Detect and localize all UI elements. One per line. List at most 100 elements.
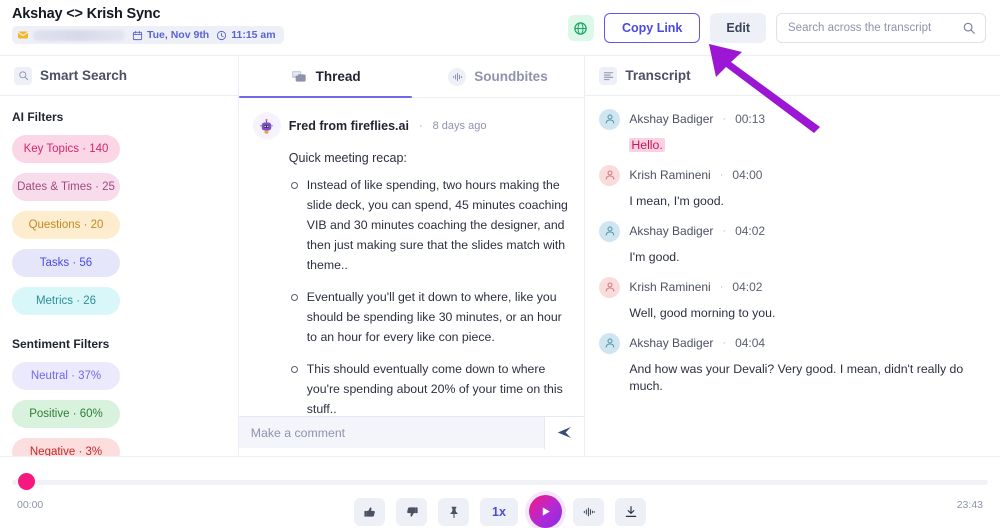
transcript-entry[interactable]: Krish Ramineni·04:02 Well, good morning t… [599,274,984,322]
pin-icon [447,505,461,519]
transcript-entry-header: Krish Ramineni·04:02 [599,274,984,300]
transcript-timestamp[interactable]: 04:02 [735,224,765,238]
speaker-avatar-icon [599,109,620,130]
download-button[interactable] [615,498,646,526]
highlighted-text: Hello. [629,138,664,152]
transcript-entry[interactable]: Akshay Badiger·04:02 I'm good. [599,218,984,266]
tab-thread[interactable]: Thread [239,56,412,97]
transcript-title: Transcript [625,68,690,83]
meeting-meta-row: Tue, Nov 9th 11:15 am [12,26,284,44]
filter-chip[interactable]: Negative · 3% [12,438,120,456]
player-controls: 1x [0,495,1000,528]
filter-chip[interactable]: Tasks · 56 [12,249,120,277]
filter-chip[interactable]: Neutral · 37% [12,362,120,390]
post-timestamp: 8 days ago [433,120,487,132]
globe-button[interactable] [568,15,594,41]
comment-bar[interactable] [239,416,585,448]
transcript-separator: · [722,113,726,125]
waveform-icon [448,68,466,86]
transcript-icon [599,67,617,85]
thread-panel: Thread Soundbites [239,56,586,456]
ai-filters-title: AI Filters [12,110,226,124]
speaker-name: Akshay Badiger [629,224,713,238]
thumbs-up-button[interactable] [354,498,385,526]
meeting-date-text: Tue, Nov 9th [147,29,209,41]
post-author: Fred from fireflies.ai [289,119,409,133]
transcript-entry[interactable]: Krish Ramineni · 04:00 I mean, I'm good. [599,162,984,210]
search-icon[interactable] [962,21,976,35]
pin-button[interactable] [438,498,469,526]
transcript-separator: · [722,337,726,349]
calendar-icon [132,30,143,41]
sentiment-filters-title: Sentiment Filters [12,337,226,351]
progress-track-wrap[interactable] [12,479,988,485]
page-title: Akshay <> Krish Sync [12,6,284,22]
smart-search-icon [14,67,32,85]
recap-bullet-list: Instead of like spending, two hours maki… [289,175,571,416]
transcript-text: I mean, I'm good. [629,193,984,210]
download-icon [624,505,638,519]
transcript-text: Hello. [629,137,984,154]
filters-container: AI Filters Key Topics · 140 Dates & Times… [0,96,238,456]
filter-chip[interactable]: Questions · 20 [12,211,120,239]
filter-chip[interactable]: Dates & Times · 25 [12,173,120,201]
media-player: 00:00 23:43 1x [0,456,1000,528]
transcript-timestamp[interactable]: 04:02 [732,280,762,294]
transcript-panel: Transcript Akshay Badiger · 00:13 Hello. Kri… [585,56,1000,456]
progress-knob[interactable] [18,473,35,490]
speaker-avatar-icon [599,221,620,242]
meeting-owner-email [17,29,125,41]
smart-search-panel: Smart Search AI Filters Key Topics · 140… [0,56,239,456]
speaker-name: Krish Ramineni [629,280,710,294]
robot-avatar-icon [253,112,281,140]
meeting-date: Tue, Nov 9th [132,29,209,41]
transcript-entry-header: Akshay Badiger · 04:04 [599,330,984,356]
transcript-separator: · [720,169,724,181]
thread-content: Fred from fireflies.ai · 8 days ago Quic… [239,98,585,416]
thumbs-down-button[interactable] [396,498,427,526]
transcript-list: Akshay Badiger · 00:13 Hello. Krish Ramineni… [585,96,1000,456]
copy-link-button[interactable]: Copy Link [604,13,700,43]
transcript-entry[interactable]: Akshay Badiger · 00:13 Hello. [599,106,984,154]
transcript-entry[interactable]: Akshay Badiger·04:04And how was your Dev… [599,330,984,395]
redacted-email [33,30,125,41]
play-button[interactable] [529,495,562,528]
filter-chip[interactable]: Metrics · 26 [12,287,120,315]
transcript-timestamp[interactable]: 00:13 [735,112,765,126]
recap-bullet: Instead of like spending, two hours maki… [289,175,571,275]
thread-tabs: Thread Soundbites [239,56,585,98]
transcript-text: Well, good morning to you. [629,305,984,322]
sentiment-filter-chips: Neutral · 37% Positive · 60% Negative · 3% [12,362,226,456]
ai-filter-chips: Key Topics · 140 Dates & Times · 25 Questi… [12,135,226,315]
comment-input[interactable] [239,426,545,440]
transcript-entry-header: Akshay Badiger·04:02 [599,218,984,244]
header-left: Akshay <> Krish Sync Tue, Nov 9th [12,6,284,44]
speaker-name: Akshay Badiger [629,112,713,126]
speaker-name: Akshay Badiger [629,336,713,350]
thread-post-header: Fred from fireflies.ai · 8 days ago [253,112,571,140]
recap-bullet: Eventually you'll get it down to where, … [289,287,571,347]
clock-icon [216,30,227,41]
tab-label: Thread [316,69,361,84]
main-body: Smart Search AI Filters Key Topics · 140… [0,55,1000,456]
recap-intro: Quick meeting recap: [289,151,571,165]
search-input[interactable] [788,22,956,34]
filter-chip[interactable]: Key Topics · 140 [12,135,120,163]
playback-speed-button[interactable]: 1x [480,498,518,526]
transcript-timestamp[interactable]: 04:00 [732,168,762,182]
transcript-timestamp[interactable]: 04:04 [735,336,765,350]
transcript-entry-header: Krish Ramineni · 04:00 [599,162,984,188]
edit-button[interactable]: Edit [710,13,766,43]
transcript-text: I'm good. [629,249,984,266]
transcript-search-box[interactable] [776,13,986,43]
page-header: Akshay <> Krish Sync Tue, Nov 9th [0,0,1000,55]
soundbite-button[interactable] [573,498,604,526]
filter-chip[interactable]: Positive · 60% [12,400,120,428]
meeting-time-text: 11:15 am [231,29,275,41]
progress-track[interactable] [12,480,988,485]
meeting-time: 11:15 am [216,29,275,41]
tab-soundbites[interactable]: Soundbites [412,56,585,97]
send-comment-button[interactable] [544,417,584,449]
speaker-name: Krish Ramineni [629,168,710,182]
post-separator: · [419,120,423,132]
